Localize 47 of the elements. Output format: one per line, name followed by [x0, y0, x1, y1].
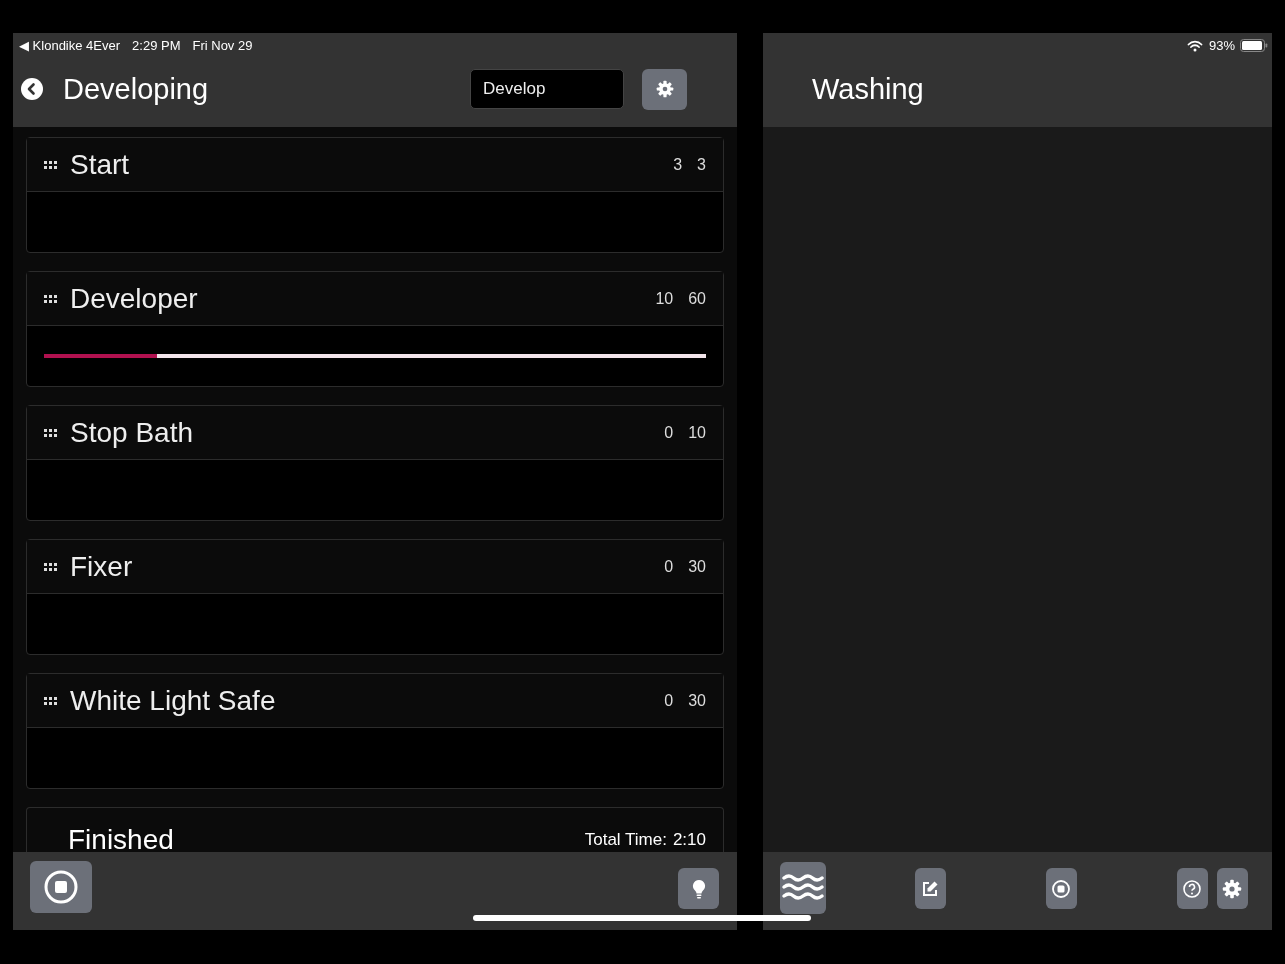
drag-handle-icon[interactable]	[44, 160, 57, 169]
step-name: Developer	[70, 282, 198, 315]
step-count: 0	[664, 557, 674, 576]
back-to-app-link[interactable]: ◀ Klondike 4Ever	[19, 38, 121, 53]
mode-field[interactable]: Develop	[470, 69, 624, 109]
step-duration: 10	[688, 423, 706, 442]
screen-title: Developing	[63, 72, 209, 106]
drag-handle-icon[interactable]	[44, 696, 57, 705]
step-duration: 60	[688, 289, 706, 308]
finished-label: Finished	[68, 824, 174, 852]
lightbulb-icon	[690, 878, 707, 899]
washing-button[interactable]	[780, 862, 826, 914]
drag-handle-icon[interactable]	[44, 294, 57, 303]
settings-icon	[655, 80, 674, 98]
step-count: 0	[664, 691, 674, 710]
help-icon	[1182, 878, 1203, 899]
total-time-value: 2:10	[672, 830, 706, 850]
step-name: White Light Safe	[70, 684, 276, 717]
wifi-icon	[1186, 39, 1203, 52]
settings-button[interactable]	[642, 68, 687, 110]
light-button[interactable]	[678, 868, 719, 909]
edit-button[interactable]	[914, 868, 946, 909]
battery-icon	[1240, 39, 1268, 52]
step-count: 0	[664, 423, 674, 442]
back-icon[interactable]	[21, 78, 43, 100]
total-time-label: Total Time:	[584, 830, 667, 850]
battery-percent: 93%	[1208, 38, 1235, 53]
screen-title: Washing	[812, 72, 924, 106]
step-duration: 30	[688, 691, 706, 710]
help-button[interactable]	[1176, 868, 1208, 909]
drag-handle-icon[interactable]	[44, 428, 57, 437]
edit-icon	[921, 879, 940, 898]
step-count: 10	[655, 289, 674, 308]
step-duration: 30	[688, 557, 706, 576]
stop-button[interactable]	[1045, 868, 1077, 909]
status-time: 2:29 PM	[132, 38, 181, 53]
step-name: Fixer	[70, 550, 133, 583]
step-duration: 3	[697, 155, 706, 174]
status-date: Fri Nov 29	[192, 38, 253, 53]
drag-handle-icon[interactable]	[44, 562, 57, 571]
step-name: Start	[70, 148, 130, 181]
settings-button[interactable]	[1216, 868, 1248, 909]
step-count: 3	[673, 155, 683, 174]
stop-icon	[1051, 878, 1072, 899]
stop-icon	[43, 869, 79, 905]
waves-icon	[780, 873, 825, 903]
step-name: Stop Bath	[70, 416, 193, 449]
